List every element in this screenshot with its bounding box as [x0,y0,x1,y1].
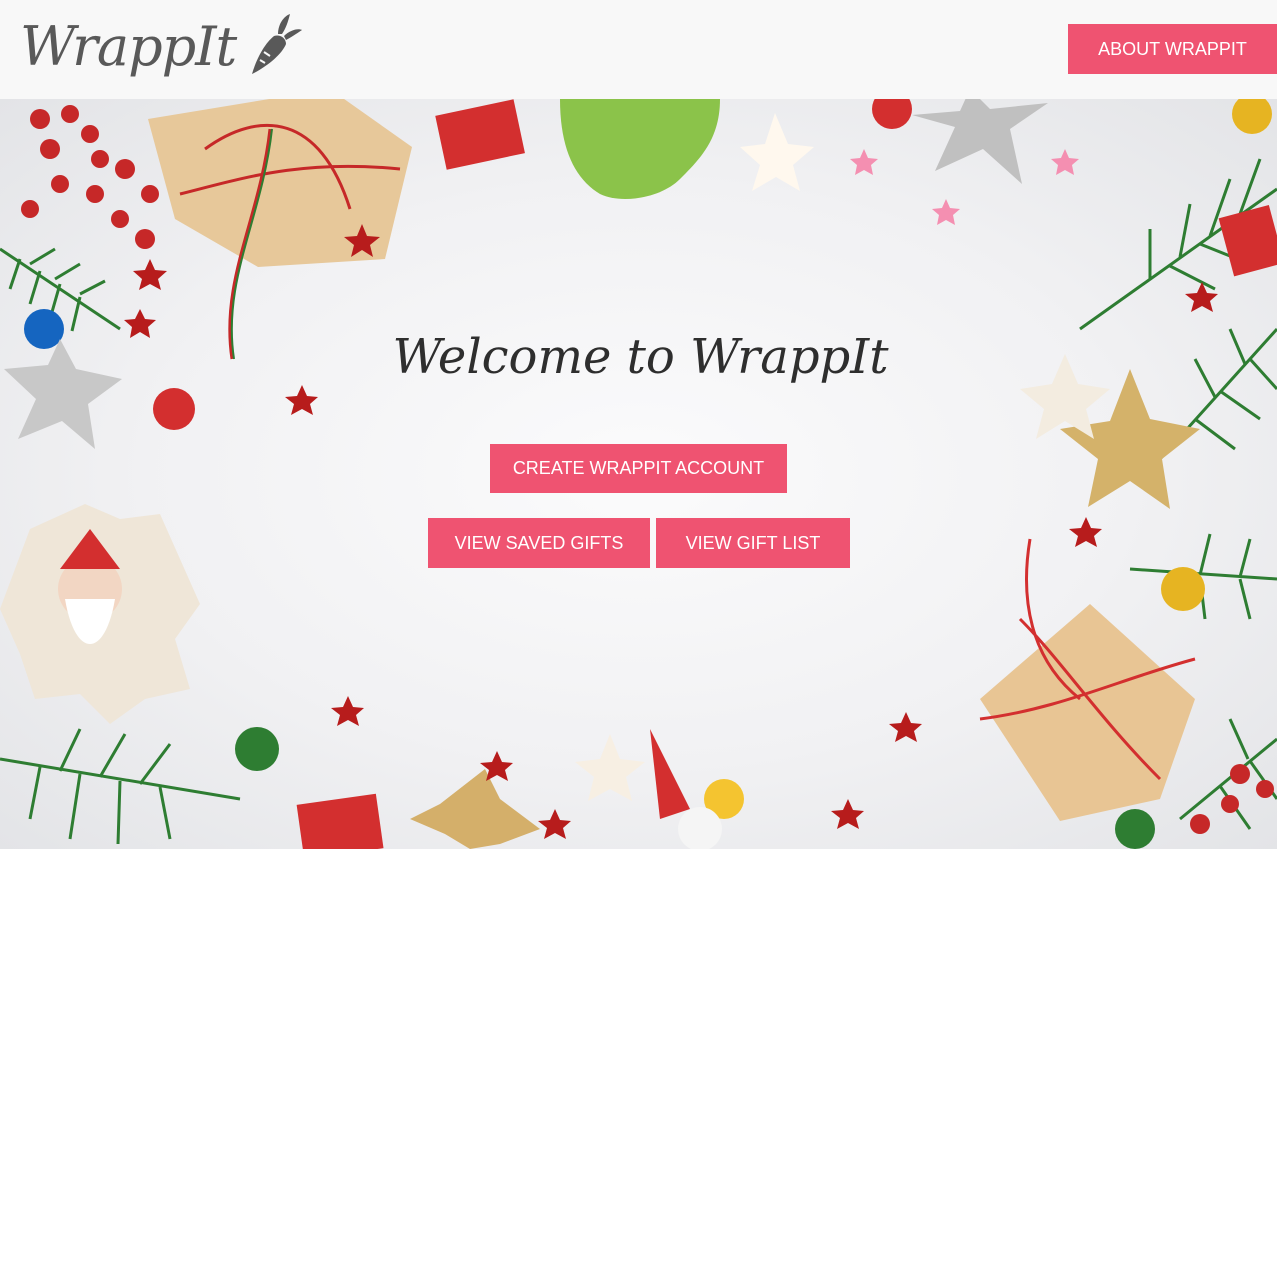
logo-text: WrappIt [20,15,237,78]
view-saved-gifts-button[interactable]: VIEW SAVED GIFTS [428,518,650,568]
hero-section: Welcome to WrappIt CREATE WRAPPIT ACCOUN… [0,99,1277,849]
carrot-icon [252,14,303,74]
pink-stars [850,149,1079,225]
logo[interactable]: WrappIt [20,14,303,80]
about-wrappit-button[interactable]: ABOUT WRAPPIT [1068,24,1277,74]
snowflake-ornament [0,504,200,724]
create-account-button[interactable]: CREATE WRAPPIT ACCOUNT [490,444,787,493]
navbar: WrappIt ABOUT WRAPPIT [0,0,1277,99]
view-gift-list-button[interactable]: VIEW GIFT LIST [656,518,850,568]
welcome-heading: Welcome to WrappIt [392,329,889,385]
